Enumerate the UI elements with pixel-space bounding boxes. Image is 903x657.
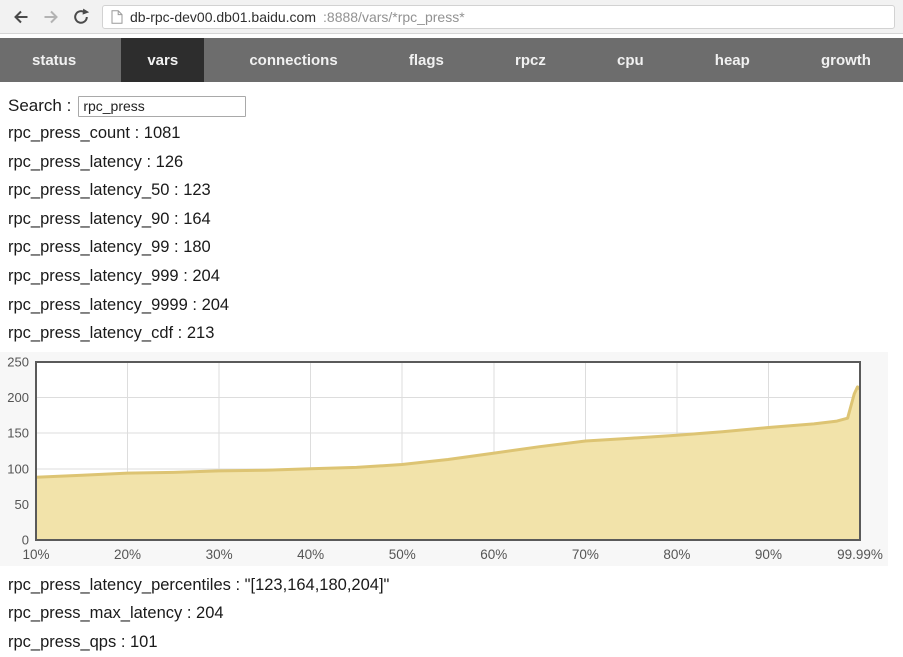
var-value: 126 [156, 153, 184, 171]
latency-cdf-chart-svg: 0 50 100 150 200 250 10% 20% 30% 40% 50% 60% 70% 80% 9… [0, 352, 888, 566]
nav-bar: status vars connections flags rpcz cpu h… [0, 38, 903, 82]
var-value: 1081 [144, 124, 181, 142]
browser-toolbar: db-rpc-dev00.db01.baidu.com :8888/vars/*r… [0, 0, 903, 34]
search-input[interactable] [78, 96, 246, 117]
var-rpc-press-latency[interactable]: rpc_press_latency : 126 [8, 148, 903, 177]
var-rpc-press-count[interactable]: rpc_press_count : 1081 [8, 119, 903, 148]
tab-flags[interactable]: flags [383, 38, 470, 82]
var-rpc-press-latency-999[interactable]: rpc_press_latency_999 : 204 [8, 262, 903, 291]
tab-growth[interactable]: growth [795, 38, 897, 82]
tab-cpu[interactable]: cpu [591, 38, 670, 82]
var-name: rpc_press_latency_cdf [8, 324, 173, 342]
var-name: rpc_press_latency_90 [8, 210, 169, 228]
var-rpc-press-max-latency[interactable]: rpc_press_max_latency : 204 [8, 599, 903, 628]
var-name: rpc_press_latency_99 [8, 238, 169, 256]
tab-rpcz[interactable]: rpcz [489, 38, 572, 82]
svg-text:200: 200 [7, 390, 29, 405]
url-host: db-rpc-dev00.db01.baidu.com [130, 9, 316, 25]
vars-page: Search : rpc_press_count : 1081 rpc_pres… [0, 93, 903, 657]
svg-text:0: 0 [22, 532, 29, 547]
search-label: Search : [8, 96, 71, 116]
var-rpc-press-latency-cdf[interactable]: rpc_press_latency_cdf : 213 [8, 319, 903, 348]
var-value: 123 [183, 181, 211, 199]
svg-text:90%: 90% [755, 547, 782, 562]
var-value: 101 [130, 633, 158, 651]
var-separator: : [173, 324, 187, 342]
vars-list-bottom: rpc_press_latency_percentiles : "[123,16… [8, 571, 903, 657]
var-rpc-press-latency-50[interactable]: rpc_press_latency_50 : 123 [8, 176, 903, 205]
refresh-icon [71, 7, 91, 27]
url-path: :8888/vars/*rpc_press* [323, 9, 465, 25]
var-separator: : [182, 604, 196, 622]
svg-text:10%: 10% [22, 547, 49, 562]
var-separator: : [169, 238, 183, 256]
tab-status[interactable]: status [6, 38, 102, 82]
var-separator: : [169, 210, 183, 228]
var-separator: : [130, 124, 144, 142]
var-separator: : [231, 576, 245, 594]
tab-vars[interactable]: vars [121, 38, 204, 82]
svg-text:150: 150 [7, 425, 29, 440]
svg-text:80%: 80% [663, 547, 690, 562]
back-arrow-icon [11, 7, 31, 27]
svg-text:70%: 70% [572, 547, 599, 562]
svg-text:50: 50 [15, 497, 29, 512]
svg-text:100: 100 [7, 461, 29, 476]
svg-text:20%: 20% [114, 547, 141, 562]
svg-text:99.99%: 99.99% [837, 547, 883, 562]
var-name: rpc_press_count [8, 124, 130, 142]
search-row: Search : [8, 93, 903, 119]
latency-cdf-chart[interactable]: 0 50 100 150 200 250 10% 20% 30% 40% 50% 60% 70% 80% 9… [0, 352, 888, 566]
var-separator: : [179, 267, 193, 285]
var-name: rpc_press_latency_percentiles [8, 576, 231, 594]
var-rpc-press-latency-99[interactable]: rpc_press_latency_99 : 180 [8, 233, 903, 262]
var-name: rpc_press_latency_999 [8, 267, 179, 285]
tab-heap[interactable]: heap [689, 38, 776, 82]
var-name: rpc_press_latency_9999 [8, 296, 188, 314]
refresh-button[interactable] [68, 4, 94, 30]
svg-text:30%: 30% [206, 547, 233, 562]
address-bar[interactable]: db-rpc-dev00.db01.baidu.com :8888/vars/*r… [102, 5, 895, 29]
var-separator: : [142, 153, 156, 171]
svg-text:40%: 40% [297, 547, 324, 562]
var-rpc-press-latency-percentiles[interactable]: rpc_press_latency_percentiles : "[123,16… [8, 571, 903, 600]
var-value: 204 [196, 604, 224, 622]
forward-button[interactable] [38, 4, 64, 30]
page-icon [111, 10, 123, 24]
var-name: rpc_press_latency_50 [8, 181, 169, 199]
var-separator: : [188, 296, 202, 314]
var-name: rpc_press_latency [8, 153, 142, 171]
var-value: 164 [183, 210, 211, 228]
back-button[interactable] [8, 4, 34, 30]
tab-connections[interactable]: connections [223, 38, 363, 82]
var-rpc-press-latency-90[interactable]: rpc_press_latency_90 : 164 [8, 205, 903, 234]
var-value: 180 [183, 238, 211, 256]
var-name: rpc_press_qps [8, 633, 116, 651]
svg-text:60%: 60% [480, 547, 507, 562]
var-separator: : [116, 633, 130, 651]
var-rpc-press-latency-9999[interactable]: rpc_press_latency_9999 : 204 [8, 291, 903, 320]
var-separator: : [169, 181, 183, 199]
var-value: 213 [187, 324, 215, 342]
var-value: 204 [202, 296, 230, 314]
var-name: rpc_press_max_latency [8, 604, 182, 622]
var-value: 204 [192, 267, 220, 285]
svg-text:50%: 50% [389, 547, 416, 562]
svg-text:250: 250 [7, 354, 29, 369]
vars-list-top: rpc_press_count : 1081 rpc_press_latency… [8, 119, 903, 348]
var-rpc-press-qps[interactable]: rpc_press_qps : 101 [8, 628, 903, 657]
forward-arrow-icon [41, 7, 61, 27]
var-value: "[123,164,180,204]" [245, 576, 390, 594]
